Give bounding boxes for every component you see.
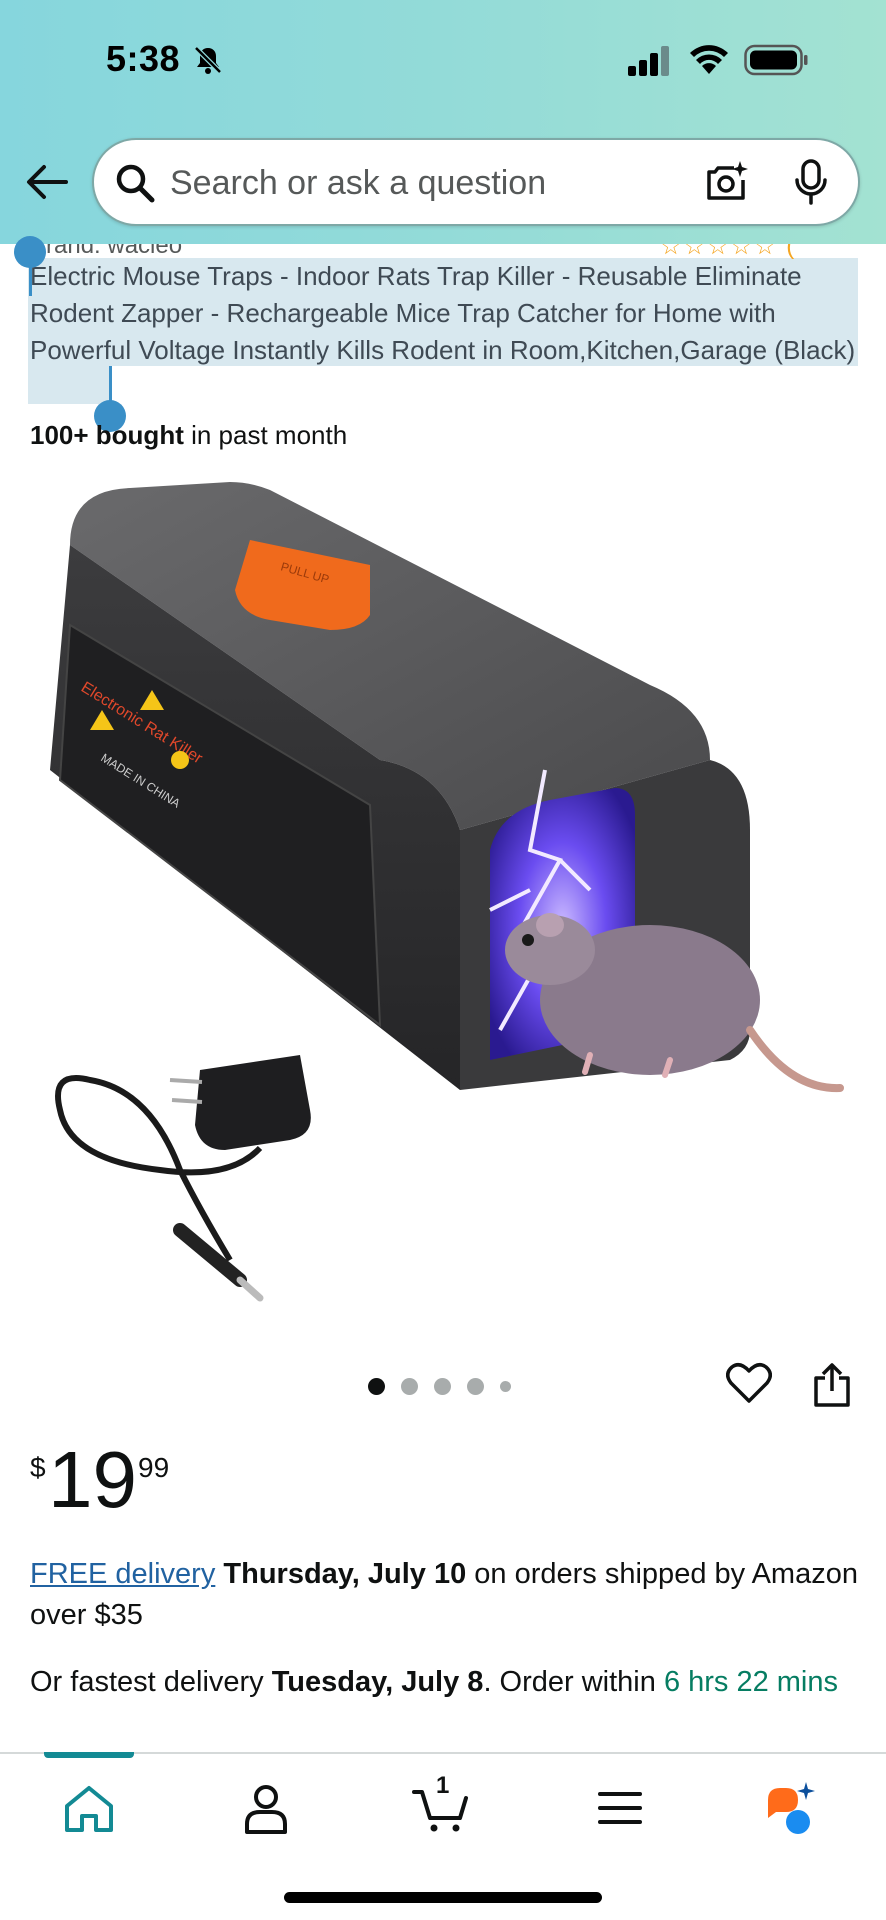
- bought-count-rest: in past month: [183, 420, 348, 450]
- active-tab-indicator: [44, 1752, 134, 1758]
- menu-icon[interactable]: [590, 1780, 650, 1836]
- delivery-date: Thursday, July 10: [223, 1558, 467, 1590]
- home-indicator-bar: [284, 1892, 602, 1903]
- carousel-dot[interactable]: [401, 1377, 418, 1395]
- product-title[interactable]: Electric Mouse Traps - Indoor Rats Trap …: [30, 258, 860, 369]
- search-icon: [116, 164, 155, 203]
- price-symbol: $: [30, 1452, 46, 1483]
- price-fraction: 99: [138, 1452, 170, 1483]
- carousel-dot[interactable]: [368, 1377, 385, 1395]
- home-icon[interactable]: [59, 1780, 119, 1836]
- delivery-info: FREE delivery Thursday, July 10 on order…: [30, 1554, 860, 1636]
- app-header: 5:38 Search or ask a question: [0, 0, 886, 244]
- selection-caret-end: [109, 366, 112, 404]
- back-arrow-icon[interactable]: [26, 164, 68, 200]
- carousel-dot[interactable]: [500, 1380, 511, 1392]
- carousel-dot[interactable]: [467, 1377, 484, 1395]
- carousel-dots[interactable]: [368, 1376, 511, 1396]
- cart-count-badge: 1: [436, 1772, 450, 1799]
- share-icon[interactable]: [812, 1362, 852, 1408]
- price-whole: 19: [48, 1435, 137, 1524]
- heart-icon[interactable]: [726, 1362, 772, 1404]
- free-delivery-link[interactable]: FREE delivery: [30, 1558, 215, 1590]
- fastest-delivery-info: Or fastest delivery Tuesday, July 8. Ord…: [30, 1662, 860, 1703]
- bottom-nav: 1: [0, 1752, 886, 1920]
- search-input[interactable]: Search or ask a question: [170, 164, 546, 203]
- battery-icon: [744, 44, 808, 76]
- product-image[interactable]: Electronic Rat Killer MADE IN CHINA PULL…: [30, 470, 860, 1310]
- account-icon[interactable]: [236, 1780, 296, 1836]
- bought-count-bold: 100+ bought: [30, 420, 184, 450]
- wifi-icon: [690, 45, 728, 74]
- camera-sparkle-icon[interactable]: [704, 160, 748, 204]
- fastest-prefix: Or fastest delivery: [30, 1666, 272, 1698]
- cart-button[interactable]: 1: [412, 1772, 472, 1836]
- status-time: 5:38: [106, 38, 181, 79]
- cellular-signal-icon: [628, 46, 669, 76]
- bought-count: 100+ bought in past month: [30, 420, 347, 451]
- order-countdown: 6 hrs 22 mins: [663, 1666, 839, 1698]
- bell-slash-icon: [194, 46, 222, 74]
- selection-handle-start[interactable]: [14, 236, 46, 268]
- text-selection-highlight-end: [28, 366, 112, 404]
- carousel-dot[interactable]: [434, 1377, 451, 1395]
- search-bar[interactable]: Search or ask a question: [92, 138, 860, 226]
- fastest-middle: . Order within: [483, 1666, 664, 1698]
- status-bar: 5:38: [0, 0, 886, 120]
- microphone-icon[interactable]: [794, 158, 828, 206]
- rufus-ai-icon[interactable]: [762, 1780, 822, 1836]
- fastest-date: Tuesday, July 8: [271, 1666, 484, 1698]
